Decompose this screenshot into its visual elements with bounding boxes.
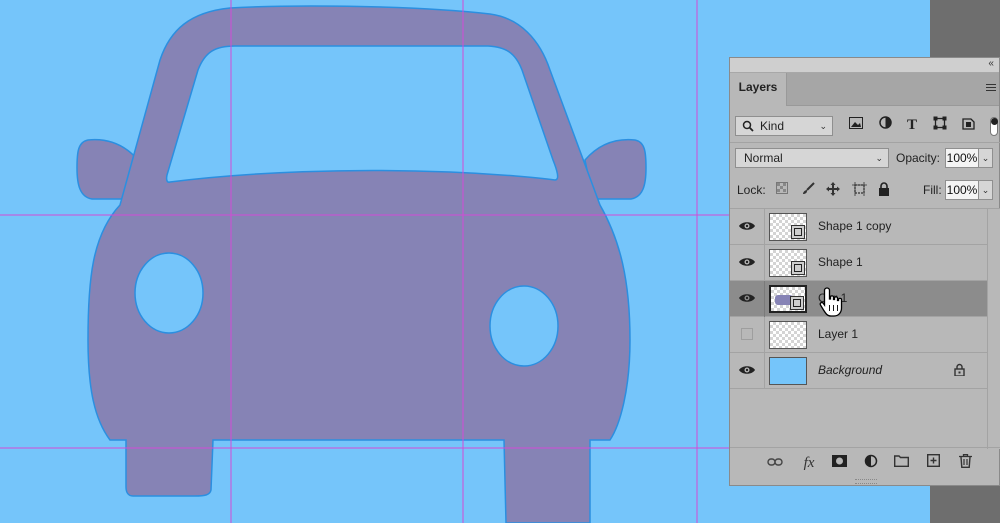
lock-all-icon[interactable] [876, 182, 892, 198]
opacity-dropdown[interactable]: ⌄ [979, 148, 993, 168]
adjustment-layer-icon[interactable] [862, 454, 880, 472]
layers-scrollbar[interactable] [987, 209, 1000, 449]
new-group-icon[interactable] [892, 454, 910, 472]
tab-layers[interactable]: Layers [730, 73, 787, 106]
fx-icon[interactable]: fx [800, 454, 818, 472]
filter-toggle[interactable] [990, 117, 998, 136]
eye-icon[interactable] [738, 219, 756, 233]
search-icon [742, 120, 754, 132]
shape-layer-icon [791, 225, 805, 239]
layer-row-shape-1-copy[interactable]: Shape 1 copy [730, 209, 987, 245]
layer-name: Shape 1 copy [818, 219, 892, 233]
filter-row: Kind ⌄ T [730, 114, 1000, 138]
lock-label: Lock: [737, 183, 766, 197]
lock-artboard-icon[interactable] [851, 182, 867, 198]
layer-thumbnail [769, 321, 807, 349]
lock-paint-icon[interactable] [800, 182, 816, 198]
link-layers-icon[interactable] [766, 454, 784, 472]
blend-mode-select[interactable]: Normal ⌄ [735, 148, 889, 168]
lock-transparent-icon[interactable] [774, 182, 790, 198]
blend-mode-value: Normal [744, 151, 783, 165]
layer-thumbnail [769, 285, 807, 313]
opacity-label: Opacity: [896, 151, 941, 165]
add-mask-icon[interactable] [830, 454, 848, 472]
fill-input[interactable]: 100% [945, 180, 979, 200]
chevron-down-icon: ⌄ [875, 153, 883, 163]
layer-name: Layer 1 [818, 327, 859, 341]
layer-thumbnail [769, 357, 807, 385]
delete-layer-icon[interactable] [956, 454, 974, 472]
eye-icon[interactable] [738, 363, 756, 377]
panel-tab-row: Layers [730, 73, 999, 106]
visibility-toggle-empty[interactable] [741, 328, 753, 340]
layers-list: Shape 1 copy Shape 1 Car 1 Layer 1 [730, 209, 987, 389]
car-body [87, 5, 631, 523]
lock-icon [954, 363, 965, 376]
kind-label: Kind [760, 119, 785, 133]
layer-row-car-1[interactable]: Car 1 [730, 281, 987, 317]
layer-row-shape-1[interactable]: Shape 1 [730, 245, 987, 281]
shape-filter-icon[interactable] [931, 116, 949, 134]
layer-thumbnail [769, 249, 807, 277]
smart-object-filter-icon[interactable] [959, 116, 977, 134]
shape-layer-icon [791, 261, 805, 275]
image-filter-icon[interactable] [847, 116, 865, 134]
panel-collapse-bar[interactable]: ‹‹ [730, 58, 999, 73]
panel-resize-grip[interactable] [855, 479, 877, 484]
lock-position-icon[interactable] [825, 182, 841, 198]
new-layer-icon[interactable] [924, 453, 942, 472]
layer-thumbnail [769, 213, 807, 241]
panel-menu-icon[interactable] [986, 84, 996, 93]
layers-panel: ‹‹ Layers Kind ⌄ T Normal ⌄ Opacity: 100… [729, 57, 1000, 486]
layer-name: Background [818, 363, 883, 377]
filter-kind-select[interactable]: Kind ⌄ [735, 116, 833, 136]
shape-layer-icon [790, 296, 804, 310]
layer-row-layer-1[interactable]: Layer 1 [730, 317, 987, 353]
layer-row-background[interactable]: Background [730, 353, 987, 389]
adjustment-filter-icon[interactable] [876, 116, 894, 134]
opacity-input[interactable]: 100% [945, 148, 979, 168]
layer-name: Shape 1 [818, 255, 863, 269]
chevron-down-icon: ⌄ [819, 121, 827, 131]
eye-icon[interactable] [738, 255, 756, 269]
double-chevron-left-icon[interactable]: ‹‹ [988, 58, 994, 69]
type-filter-icon[interactable]: T [903, 116, 921, 134]
fill-label: Fill: [923, 183, 942, 197]
eye-icon[interactable] [738, 291, 756, 305]
hand-cursor-icon [819, 287, 843, 317]
fill-dropdown[interactable]: ⌄ [979, 180, 993, 200]
layers-bottom-toolbar: fx [730, 447, 1000, 478]
